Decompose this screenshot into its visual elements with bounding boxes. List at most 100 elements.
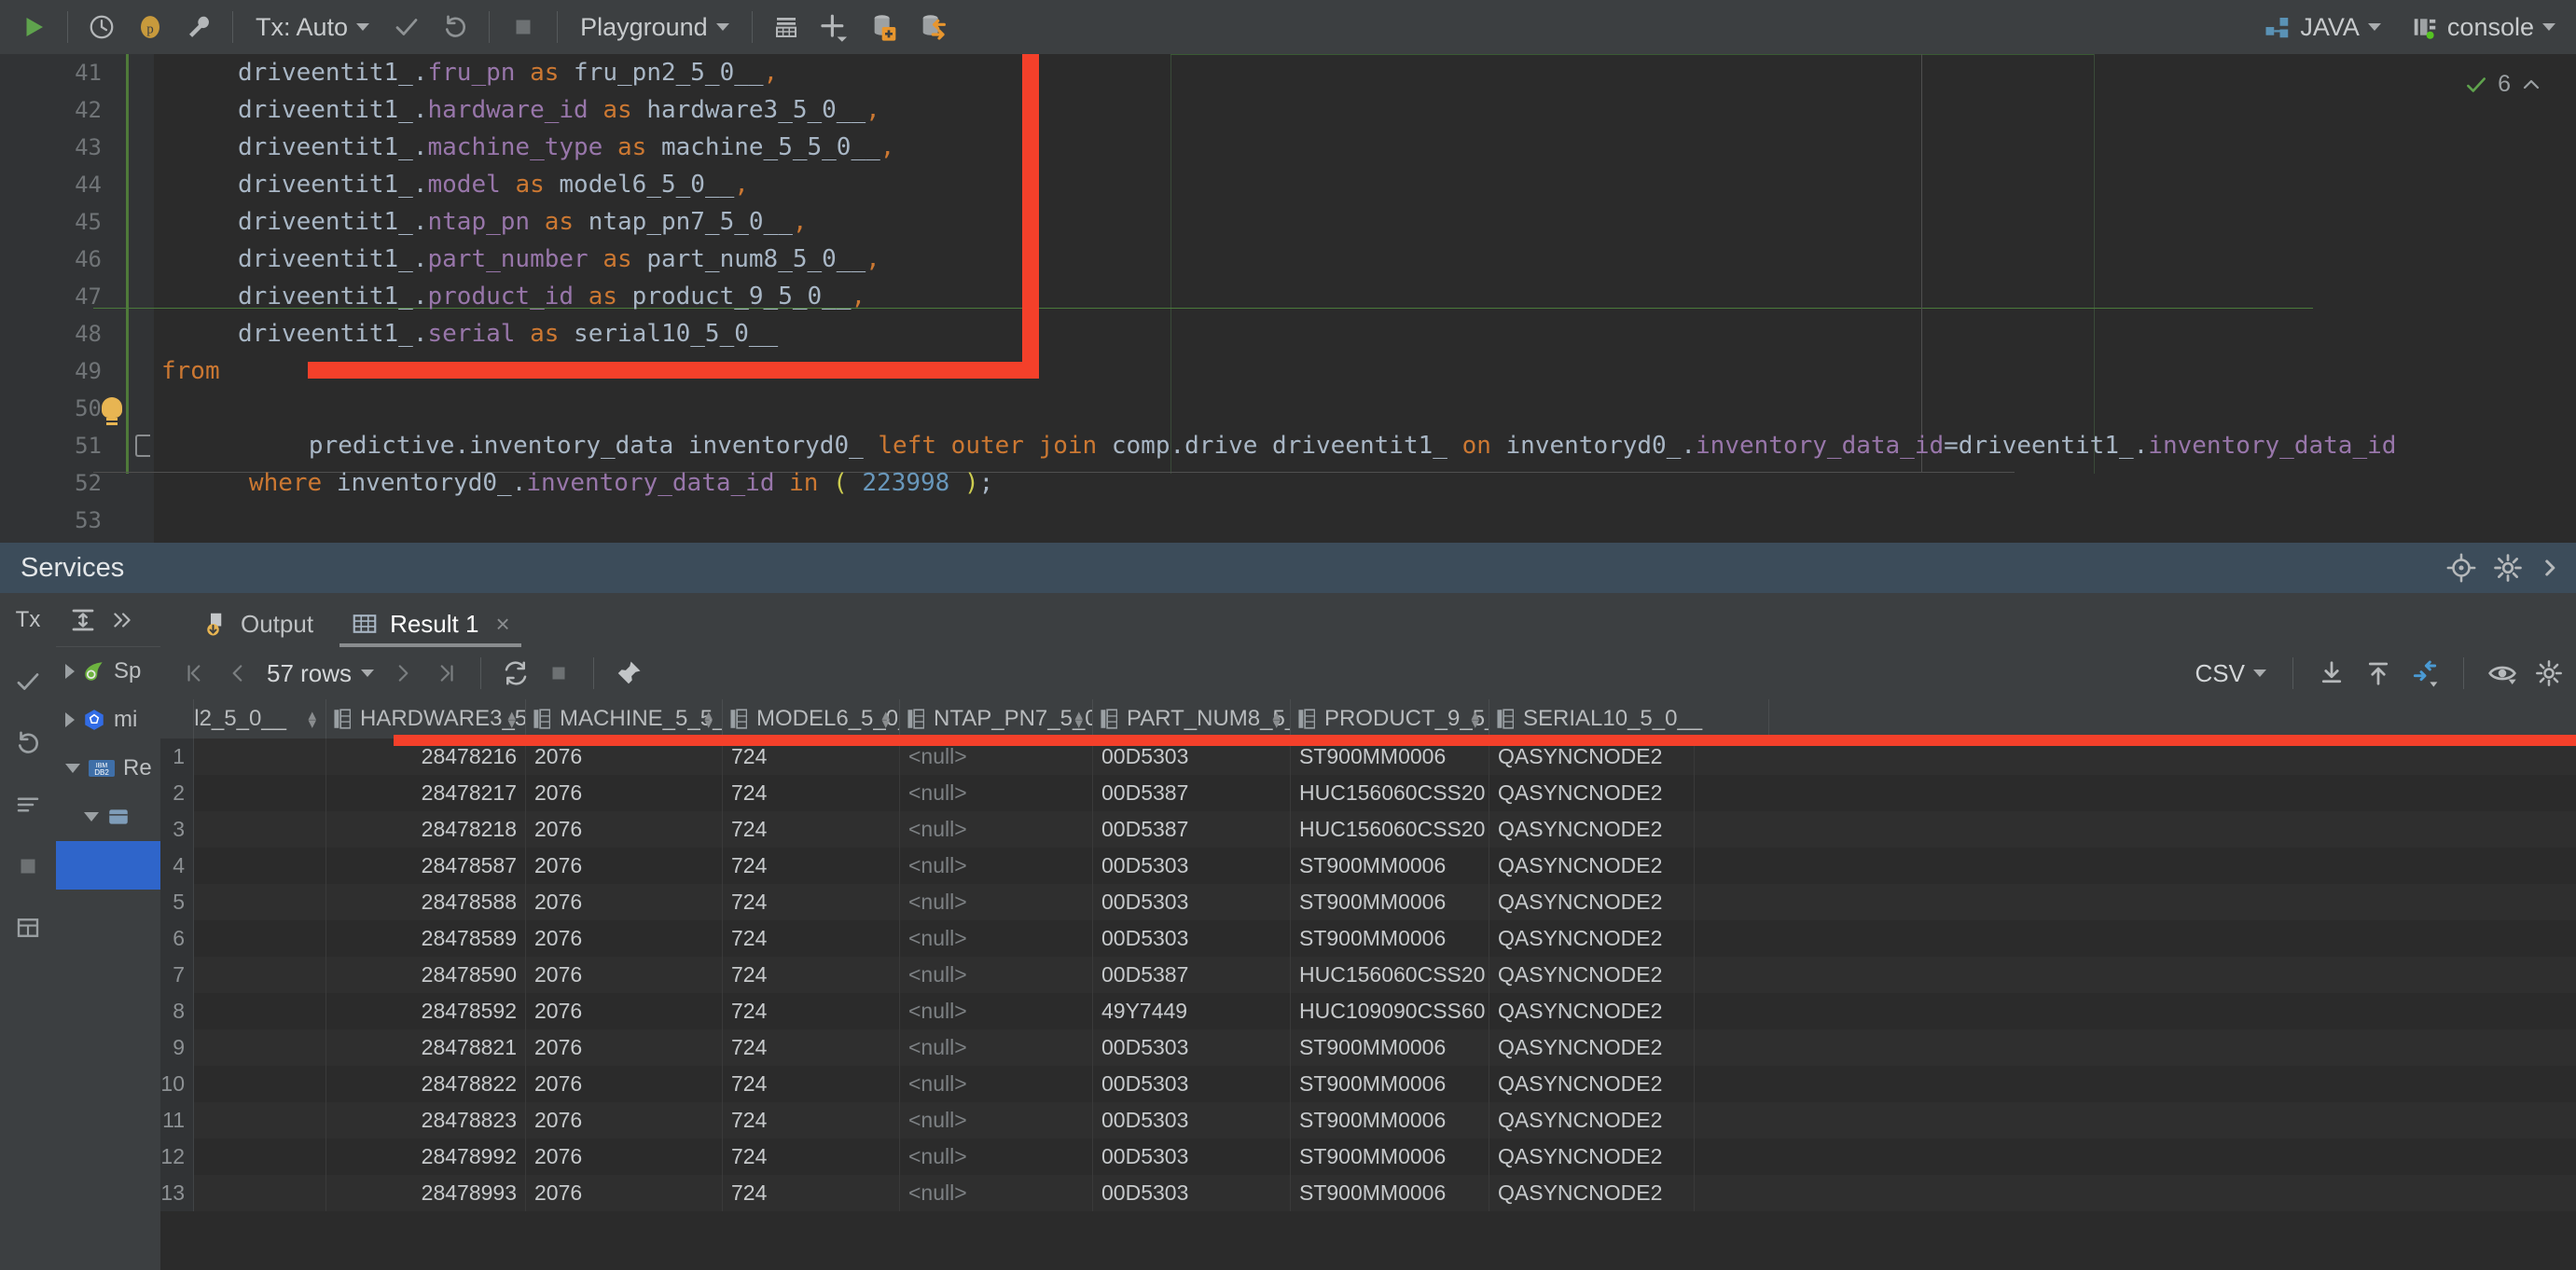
- table-cell[interactable]: QASYNCNODE2: [1489, 1102, 1695, 1139]
- table-cell[interactable]: 00D5303: [1093, 920, 1291, 957]
- table-cell[interactable]: 2076: [526, 1066, 723, 1102]
- table-cell[interactable]: QASYNCNODE2: [1489, 993, 1695, 1029]
- table-row[interactable]: 9 28478821 2076 724 <null> 00D5303 ST900MM0006…: [160, 1029, 2576, 1066]
- table-cell[interactable]: <null>: [900, 884, 1093, 920]
- stop-icon[interactable]: [8, 847, 48, 886]
- table-cell[interactable]: 724: [723, 957, 900, 993]
- export-format-dropdown[interactable]: CSV: [2186, 659, 2276, 688]
- table-cell[interactable]: [194, 775, 326, 811]
- table-cell[interactable]: 724: [723, 1175, 900, 1211]
- commit-check-icon[interactable]: [8, 662, 48, 701]
- table-cell[interactable]: ST900MM0006: [1291, 1139, 1489, 1175]
- table-cell[interactable]: ST900MM0006: [1291, 1066, 1489, 1102]
- clock-history-icon[interactable]: [77, 3, 126, 51]
- wrench-icon[interactable]: [174, 3, 223, 51]
- table-cell[interactable]: [194, 811, 326, 848]
- column-header-5[interactable]: PART_NUM8_5_0__ ▴▾: [1093, 699, 1291, 739]
- table-cell[interactable]: [194, 1102, 326, 1139]
- code-fold-brace-icon[interactable]: [135, 435, 150, 457]
- prev-page-icon[interactable]: [216, 652, 259, 695]
- table-cell[interactable]: 28478821: [326, 1029, 526, 1066]
- tx-icon[interactable]: Tx: [8, 600, 48, 640]
- reload-icon[interactable]: [494, 652, 537, 695]
- table-cell[interactable]: 00D5303: [1093, 1175, 1291, 1211]
- table-cell[interactable]: 724: [723, 993, 900, 1029]
- table-cell[interactable]: ST900MM0006: [1291, 884, 1489, 920]
- table-cell[interactable]: 28478588: [326, 884, 526, 920]
- table-cell[interactable]: QASYNCNODE2: [1489, 957, 1695, 993]
- column-header-3[interactable]: MODEL6_5_0__ ▴▾: [723, 699, 900, 739]
- sort-arrows-icon[interactable]: ▴ ▾: [881, 707, 890, 731]
- upload-import-icon[interactable]: [2357, 652, 2400, 695]
- close-icon[interactable]: ×: [495, 610, 509, 639]
- table-cell[interactable]: 724: [723, 811, 900, 848]
- tree-item-microservice[interactable]: mi: [56, 696, 160, 744]
- table-cell[interactable]: [194, 1139, 326, 1175]
- table-cell[interactable]: 2076: [526, 1175, 723, 1211]
- table-cell[interactable]: ST900MM0006: [1291, 1102, 1489, 1139]
- table-cell[interactable]: 724: [723, 1139, 900, 1175]
- table-cell[interactable]: 724: [723, 848, 900, 884]
- result-grid[interactable]: l2_5_0__ ▴▾ HARDWARE3_5_0__ ▴▾ MACHINE_5…: [160, 699, 2576, 1270]
- table-cell[interactable]: QASYNCNODE2: [1489, 884, 1695, 920]
- chevrons-right-icon[interactable]: [110, 608, 134, 632]
- column-header-7[interactable]: SERIAL10_5_0__: [1489, 699, 1769, 739]
- table-cell[interactable]: 2076: [526, 1102, 723, 1139]
- table-cell[interactable]: 00D5303: [1093, 884, 1291, 920]
- schema-selector-dropdown[interactable]: Playground: [567, 13, 742, 42]
- table-cell[interactable]: <null>: [900, 1102, 1093, 1139]
- next-page-icon[interactable]: [381, 652, 424, 695]
- table-cell[interactable]: QASYNCNODE2: [1489, 1139, 1695, 1175]
- gear-icon[interactable]: [2528, 652, 2570, 695]
- tree-item-selected[interactable]: [56, 841, 160, 890]
- column-header-1[interactable]: HARDWARE3_5_0__ ▴▾: [326, 699, 526, 739]
- chevron-down-icon[interactable]: [84, 812, 99, 821]
- table-cell[interactable]: ST900MM0006: [1291, 848, 1489, 884]
- table-cell[interactable]: [194, 1066, 326, 1102]
- table-cell[interactable]: HUC156060CSS20: [1291, 775, 1489, 811]
- sort-arrows-icon[interactable]: ▴ ▾: [507, 707, 516, 731]
- sort-arrows-icon[interactable]: ▴ ▾: [1272, 707, 1281, 731]
- tree-item-database[interactable]: IBM DB2 Re: [56, 744, 160, 793]
- table-row[interactable]: 8 28478592 2076 724 <null> 49Y7449 HUC109090CS…: [160, 993, 2576, 1029]
- table-cell[interactable]: 28478822: [326, 1066, 526, 1102]
- table-cell[interactable]: ST900MM0006: [1291, 920, 1489, 957]
- table-cell[interactable]: 2076: [526, 993, 723, 1029]
- table-cell[interactable]: <null>: [900, 1175, 1093, 1211]
- table-cell[interactable]: 724: [723, 1066, 900, 1102]
- table-cell[interactable]: <null>: [900, 1066, 1093, 1102]
- chevron-right-icon[interactable]: [65, 664, 75, 679]
- table-cell[interactable]: ST900MM0006: [1291, 1175, 1489, 1211]
- table-cell[interactable]: <null>: [900, 1139, 1093, 1175]
- table-row[interactable]: 4 28478587 2076 724 <null> 00D5303 ST900MM0006…: [160, 848, 2576, 884]
- table-cell[interactable]: 28478217: [326, 775, 526, 811]
- sql-editor[interactable]: 41 42 43 44 45 46 47 48 49 50 51 52 53 6…: [0, 54, 2576, 543]
- table-cell[interactable]: 2076: [526, 811, 723, 848]
- sort-arrows-icon[interactable]: ▴ ▾: [1074, 707, 1083, 731]
- more-chevron-icon[interactable]: [2539, 552, 2563, 584]
- table-cell[interactable]: 2076: [526, 848, 723, 884]
- commit-check-icon[interactable]: [382, 3, 431, 51]
- table-cell[interactable]: 724: [723, 1102, 900, 1139]
- table-cell[interactable]: 28478823: [326, 1102, 526, 1139]
- table-cell[interactable]: [194, 739, 326, 775]
- tree-item-spring[interactable]: Sp: [56, 647, 160, 696]
- table-cell[interactable]: <null>: [900, 775, 1093, 811]
- table-cell[interactable]: HUC109090CSS60: [1291, 993, 1489, 1029]
- data-grid-icon[interactable]: [762, 3, 810, 51]
- table-cell[interactable]: 28478590: [326, 957, 526, 993]
- sort-arrows-icon[interactable]: ▴ ▾: [308, 707, 316, 731]
- data-transfer-icon[interactable]: [2403, 652, 2446, 695]
- table-cell[interactable]: 724: [723, 920, 900, 957]
- table-cell[interactable]: QASYNCNODE2: [1489, 775, 1695, 811]
- table-cell[interactable]: 00D5303: [1093, 848, 1291, 884]
- table-cell[interactable]: 28478992: [326, 1139, 526, 1175]
- locate-icon[interactable]: [2445, 552, 2477, 584]
- table-cell[interactable]: 2076: [526, 957, 723, 993]
- table-cell[interactable]: <null>: [900, 848, 1093, 884]
- table-cell[interactable]: 2076: [526, 1139, 723, 1175]
- editor-fold-column[interactable]: [117, 54, 154, 543]
- table-cell[interactable]: 724: [723, 775, 900, 811]
- profiler-icon[interactable]: p: [126, 3, 174, 51]
- services-tree[interactable]: Sp mi IBM DB2 Re: [56, 593, 160, 1270]
